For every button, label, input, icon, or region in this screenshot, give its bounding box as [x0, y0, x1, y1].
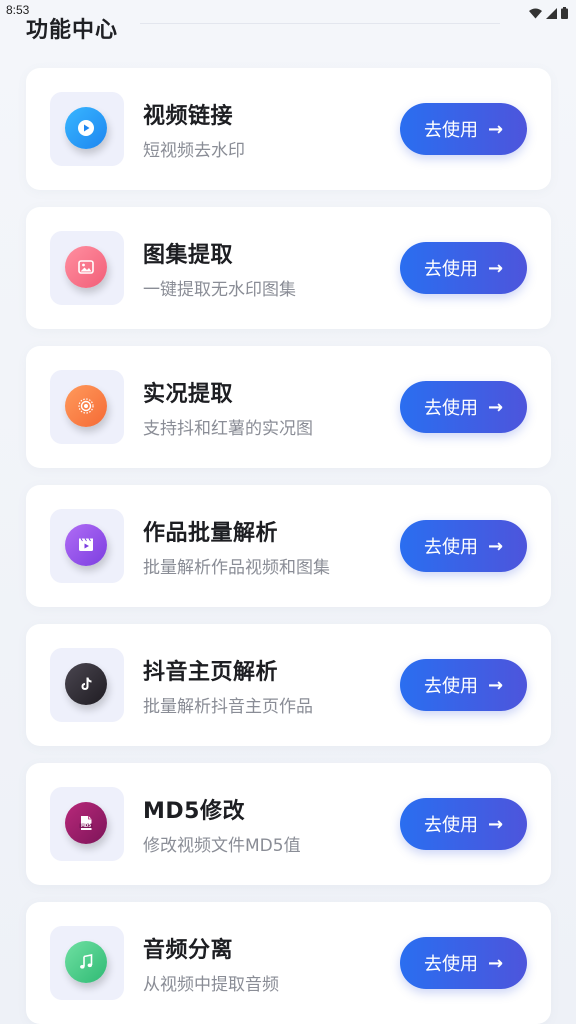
card-video-link[interactable]: 视频链接 短视频去水印 去使用 →: [26, 68, 551, 190]
battery-icon: [561, 4, 568, 23]
use-button-label: 去使用: [423, 120, 478, 141]
image-icon: [65, 246, 107, 288]
use-button-label: 去使用: [423, 398, 478, 419]
card-subtitle: 批量解析作品视频和图集: [143, 558, 330, 578]
use-button-label: 去使用: [423, 815, 478, 836]
card-douyin-home-parse[interactable]: 抖音主页解析 批量解析抖音主页作品 去使用 →: [26, 624, 551, 746]
card-subtitle: 批量解析抖音主页作品: [143, 697, 313, 717]
card-title: 抖音主页解析: [143, 660, 279, 685]
film-icon: [65, 524, 107, 566]
md5-file-icon: MD5: [65, 802, 107, 844]
icon-tile: MD5: [50, 787, 124, 861]
use-button-label: 去使用: [423, 259, 478, 280]
use-button[interactable]: 去使用 →: [400, 659, 527, 711]
status-icons: [529, 4, 568, 23]
use-button-label: 去使用: [423, 954, 478, 975]
card-title: 图集提取: [143, 243, 234, 268]
arrow-right-icon: →: [487, 535, 504, 557]
card-subtitle: 一键提取无水印图集: [143, 280, 296, 300]
play-icon: [65, 107, 107, 149]
icon-tile: [50, 926, 124, 1000]
use-button[interactable]: 去使用 →: [400, 242, 527, 294]
tiktok-icon: [65, 663, 107, 705]
card-title: 音频分离: [143, 938, 234, 963]
wifi-icon: [529, 4, 542, 23]
use-button[interactable]: 去使用 →: [400, 798, 527, 850]
card-batch-parse[interactable]: 作品批量解析 批量解析作品视频和图集 去使用 →: [26, 485, 551, 607]
icon-tile: [50, 231, 124, 305]
icon-tile: [50, 648, 124, 722]
arrow-right-icon: →: [487, 257, 504, 279]
use-button[interactable]: 去使用 →: [400, 937, 527, 989]
arrow-right-icon: →: [487, 118, 504, 140]
music-note-icon: [65, 941, 107, 983]
use-button-label: 去使用: [423, 537, 478, 558]
arrow-right-icon: →: [487, 813, 504, 835]
card-title: 实况提取: [143, 382, 234, 407]
svg-text:MD5: MD5: [81, 823, 91, 828]
card-title: MD5修改: [143, 799, 245, 824]
page-title: 功能中心: [26, 18, 119, 43]
signal-icon: [546, 4, 557, 23]
card-live-extract[interactable]: 实况提取 支持抖和红薯的实况图 去使用 →: [26, 346, 551, 468]
function-center-page: 8:53 功能中心 视频链接 短视频去水印 去使用 → 图集提取 一键提取无水印…: [0, 0, 576, 1024]
card-subtitle: 从视频中提取音频: [143, 975, 279, 995]
card-subtitle: 支持抖和红薯的实况图: [143, 419, 313, 439]
live-photo-icon: [65, 385, 107, 427]
card-subtitle: 短视频去水印: [143, 141, 245, 161]
arrow-right-icon: →: [487, 952, 504, 974]
card-subtitle: 修改视频文件MD5值: [143, 836, 301, 856]
arrow-right-icon: →: [487, 396, 504, 418]
card-title: 作品批量解析: [143, 521, 279, 546]
icon-tile: [50, 509, 124, 583]
use-button[interactable]: 去使用 →: [400, 381, 527, 433]
icon-tile: [50, 370, 124, 444]
arrow-right-icon: →: [487, 674, 504, 696]
icon-tile: [50, 92, 124, 166]
card-audio-separate[interactable]: 音频分离 从视频中提取音频 去使用 →: [26, 902, 551, 1024]
title-divider: [140, 23, 500, 24]
card-gallery-extract[interactable]: 图集提取 一键提取无水印图集 去使用 →: [26, 207, 551, 329]
use-button-label: 去使用: [423, 676, 478, 697]
card-md5-modify[interactable]: MD5 MD5修改 修改视频文件MD5值 去使用 →: [26, 763, 551, 885]
card-title: 视频链接: [143, 104, 234, 129]
use-button[interactable]: 去使用 →: [400, 520, 527, 572]
use-button[interactable]: 去使用 →: [400, 103, 527, 155]
